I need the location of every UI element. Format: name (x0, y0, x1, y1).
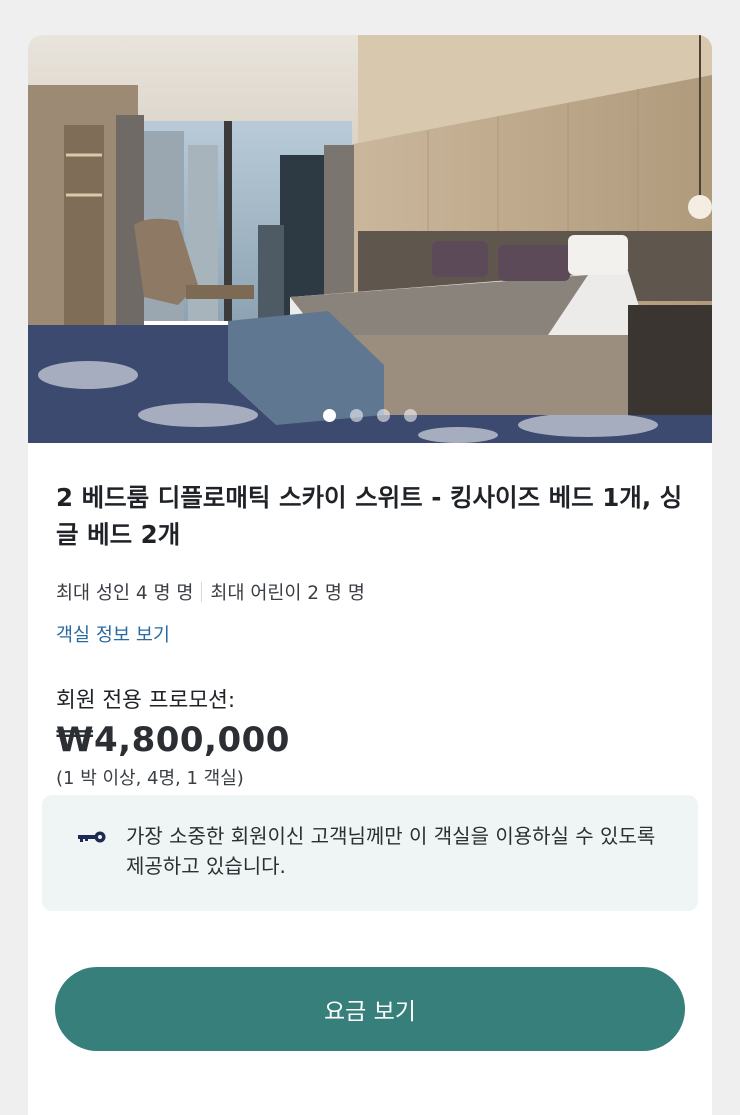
carousel-indicators (28, 409, 712, 422)
room-details-link[interactable]: 객실 정보 보기 (56, 621, 170, 647)
price: ₩4,800,000 (56, 720, 290, 760)
carousel-dot-4[interactable] (404, 409, 417, 422)
room-photo-carousel[interactable] (28, 35, 712, 443)
member-notice-text: 가장 소중한 회원이신 고객님께만 이 객실을 이용하실 수 있도록 제공하고 … (126, 824, 656, 878)
price-note: (1 박 이상, 4명, 1 객실) (56, 768, 244, 789)
max-adults: 최대 성인 4 명 명 (56, 583, 194, 604)
carousel-dot-3[interactable] (377, 409, 390, 422)
carousel-dot-1[interactable] (323, 409, 336, 422)
max-children: 최대 어린이 2 명 명 (210, 583, 365, 604)
room-card: 2 베드룸 디플로매틱 스카이 스위트 - 킹사이즈 베드 1개, 싱글 베드 … (28, 35, 712, 1115)
room-photo (28, 35, 712, 443)
member-only-notice: 가장 소중한 회원이신 고객님께만 이 객실을 이용하실 수 있도록 제공하고 … (42, 795, 698, 911)
room-details: 2 베드룸 디플로매틱 스카이 스위트 - 킹사이즈 베드 1개, 싱글 베드 … (28, 479, 712, 790)
occupancy-info: 최대 성인 4 명 명 최대 어린이 2 명 명 (56, 579, 684, 605)
key-icon (76, 829, 106, 848)
divider (201, 582, 203, 602)
carousel-dot-2[interactable] (350, 409, 363, 422)
room-title: 2 베드룸 디플로매틱 스카이 스위트 - 킹사이즈 베드 1개, 싱글 베드 … (56, 483, 683, 549)
view-rates-button[interactable]: 요금 보기 (55, 967, 685, 1051)
promo-label: 회원 전용 프로모션: (56, 688, 236, 713)
